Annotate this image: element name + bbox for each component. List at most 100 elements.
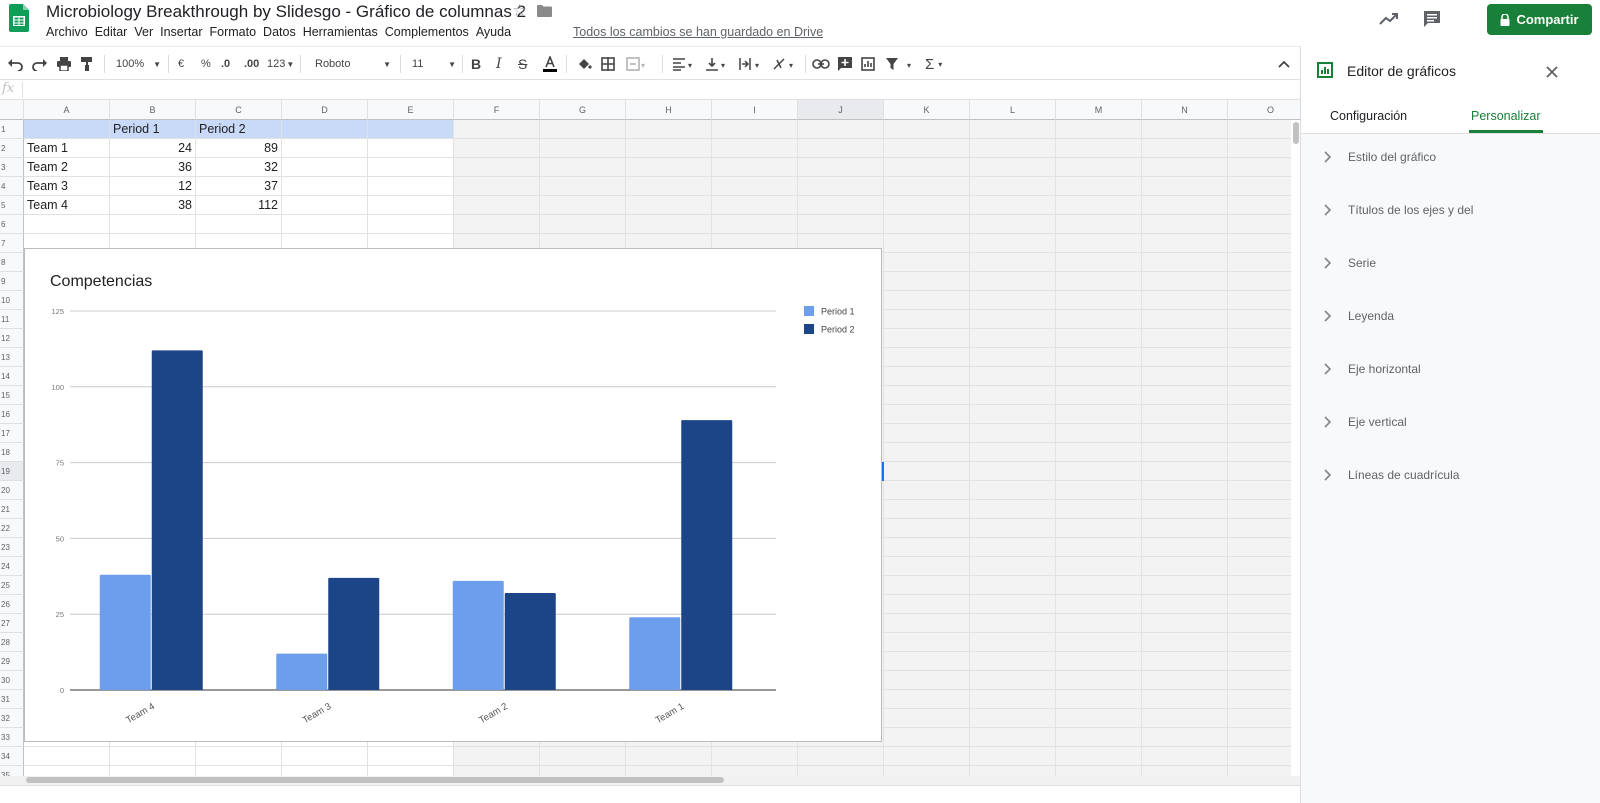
collapse-toolbar-icon[interactable] <box>1278 56 1290 72</box>
menu-ayuda[interactable]: Ayuda <box>476 25 517 39</box>
cell[interactable]: 32 <box>196 160 278 174</box>
merge-cells-icon[interactable]: ▾ <box>626 56 648 72</box>
row-header-27[interactable]: 27 <box>0 614 24 633</box>
cell[interactable]: 36 <box>110 160 192 174</box>
row-header-24[interactable]: 24 <box>0 557 24 576</box>
row-header-9[interactable]: 9 <box>0 272 24 291</box>
menu-insertar[interactable]: Insertar <box>160 25 208 39</box>
row-header-7[interactable]: 7 <box>0 234 24 253</box>
text-rotation-icon[interactable]: ▾ <box>772 56 798 72</box>
row-header-28[interactable]: 28 <box>0 633 24 652</box>
column-header-b[interactable]: B <box>110 100 196 120</box>
section-1[interactable]: Estilo del gráfico <box>1321 147 1436 167</box>
column-header-j[interactable]: J <box>798 100 884 120</box>
tab-configuracion[interactable]: Configuración <box>1330 109 1407 123</box>
vertical-scrollbar[interactable] <box>1291 120 1300 776</box>
insert-comment-icon[interactable] <box>837 56 853 72</box>
menu-archivo[interactable]: Archivo <box>46 25 94 39</box>
section-7[interactable]: Líneas de cuadrícula <box>1321 465 1459 485</box>
row-header-4[interactable]: 4 <box>0 177 24 196</box>
row-header-22[interactable]: 22 <box>0 519 24 538</box>
horizontal-align-icon[interactable]: ▾ <box>672 56 696 72</box>
row-header-33[interactable]: 33 <box>0 728 24 747</box>
column-header-n[interactable]: N <box>1142 100 1228 120</box>
row-header-14[interactable]: 14 <box>0 367 24 386</box>
filter-icon[interactable]: ▾ <box>885 56 915 72</box>
trending-up-icon[interactable] <box>1378 8 1400 30</box>
row-header-32[interactable]: 32 <box>0 709 24 728</box>
paint-format-icon[interactable] <box>80 56 94 72</box>
section-5[interactable]: Eje horizontal <box>1321 359 1421 379</box>
section-6[interactable]: Eje vertical <box>1321 412 1407 432</box>
menu-editar[interactable]: Editar <box>95 25 134 39</box>
menu-formato[interactable]: Formato <box>210 25 263 39</box>
section-2[interactable]: Títulos de los ejes y del <box>1321 200 1473 220</box>
column-header-m[interactable]: M <box>1056 100 1142 120</box>
print-icon[interactable] <box>56 56 72 72</box>
column-header-f[interactable]: F <box>454 100 540 120</box>
cell[interactable]: 24 <box>110 141 192 155</box>
cell[interactable]: Period 2 <box>199 122 246 136</box>
menu-ver[interactable]: Ver <box>134 25 159 39</box>
undo-icon[interactable] <box>7 56 23 72</box>
sheets-logo-icon[interactable] <box>9 4 29 32</box>
cell[interactable]: 89 <box>196 141 278 155</box>
row-header-18[interactable]: 18 <box>0 443 24 462</box>
insert-chart-icon[interactable] <box>861 56 875 72</box>
vertical-scroll-thumb[interactable] <box>1293 122 1299 144</box>
select-all-corner[interactable] <box>0 100 24 120</box>
row-header-8[interactable]: 8 <box>0 253 24 272</box>
row-header-12[interactable]: 12 <box>0 329 24 348</box>
column-header-c[interactable]: C <box>196 100 282 120</box>
italic-icon[interactable]: I <box>496 56 502 72</box>
row-header-13[interactable]: 13 <box>0 348 24 367</box>
column-header-h[interactable]: H <box>626 100 712 120</box>
text-wrap-icon[interactable]: ▾ <box>738 56 764 72</box>
column-header-a[interactable]: A <box>24 100 110 120</box>
column-chart[interactable]: Competencias 0 25 50 75 100 125 Team 4 Team 3 Tea… <box>24 248 882 742</box>
format-currency-button[interactable]: € <box>178 56 184 72</box>
row-header-20[interactable]: 20 <box>0 481 24 500</box>
format-percent-button[interactable]: % <box>201 56 211 72</box>
row-header-23[interactable]: 23 <box>0 538 24 557</box>
vertical-align-icon[interactable]: ▾ <box>705 56 729 72</box>
zoom-select[interactable]: 100% ▼ <box>116 56 161 72</box>
row-header-16[interactable]: 16 <box>0 405 24 424</box>
text-color-icon[interactable] <box>542 56 558 72</box>
column-header-d[interactable]: D <box>282 100 368 120</box>
row-header-15[interactable]: 15 <box>0 386 24 405</box>
horizontal-scroll-thumb[interactable] <box>26 777 724 783</box>
menu-datos[interactable]: Datos <box>263 25 302 39</box>
font-family-select[interactable]: Roboto ▼ <box>315 56 391 72</box>
horizontal-scrollbar[interactable] <box>0 776 1300 785</box>
cell[interactable]: Team 1 <box>27 141 68 155</box>
row-header-25[interactable]: 25 <box>0 576 24 595</box>
cell[interactable]: 112 <box>196 198 278 212</box>
folder-icon[interactable] <box>537 5 552 17</box>
share-button[interactable]: Compartir <box>1487 4 1592 35</box>
menu-complementos[interactable]: Complementos <box>385 25 475 39</box>
row-header-31[interactable]: 31 <box>0 690 24 709</box>
cell[interactable]: Team 2 <box>27 160 68 174</box>
cell[interactable]: Team 3 <box>27 179 68 193</box>
functions-icon[interactable]: Σ ▾ <box>925 56 942 73</box>
row-header-1[interactable]: 1 <box>0 120 24 139</box>
tab-personalizar[interactable]: Personalizar <box>1471 109 1540 123</box>
cell[interactable]: 37 <box>196 179 278 193</box>
fill-color-icon[interactable] <box>576 56 592 72</box>
save-status-link[interactable]: Todos los cambios se han guardado en Dri… <box>573 25 823 39</box>
row-header-6[interactable]: 6 <box>0 215 24 234</box>
row-header-17[interactable]: 17 <box>0 424 24 443</box>
font-size-select[interactable]: 11 ▼ <box>412 56 456 72</box>
insert-link-icon[interactable] <box>812 56 830 72</box>
menu-herramientas[interactable]: Herramientas <box>303 25 384 39</box>
row-header-30[interactable]: 30 <box>0 671 24 690</box>
redo-icon[interactable] <box>32 56 48 72</box>
row-header-11[interactable]: 11 <box>0 310 24 329</box>
column-header-e[interactable]: E <box>368 100 454 120</box>
close-icon[interactable] <box>1546 66 1558 78</box>
row-header-2[interactable]: 2 <box>0 139 24 158</box>
row-header-21[interactable]: 21 <box>0 500 24 519</box>
section-4[interactable]: Leyenda <box>1321 306 1394 326</box>
strikethrough-icon[interactable]: S <box>518 56 527 72</box>
